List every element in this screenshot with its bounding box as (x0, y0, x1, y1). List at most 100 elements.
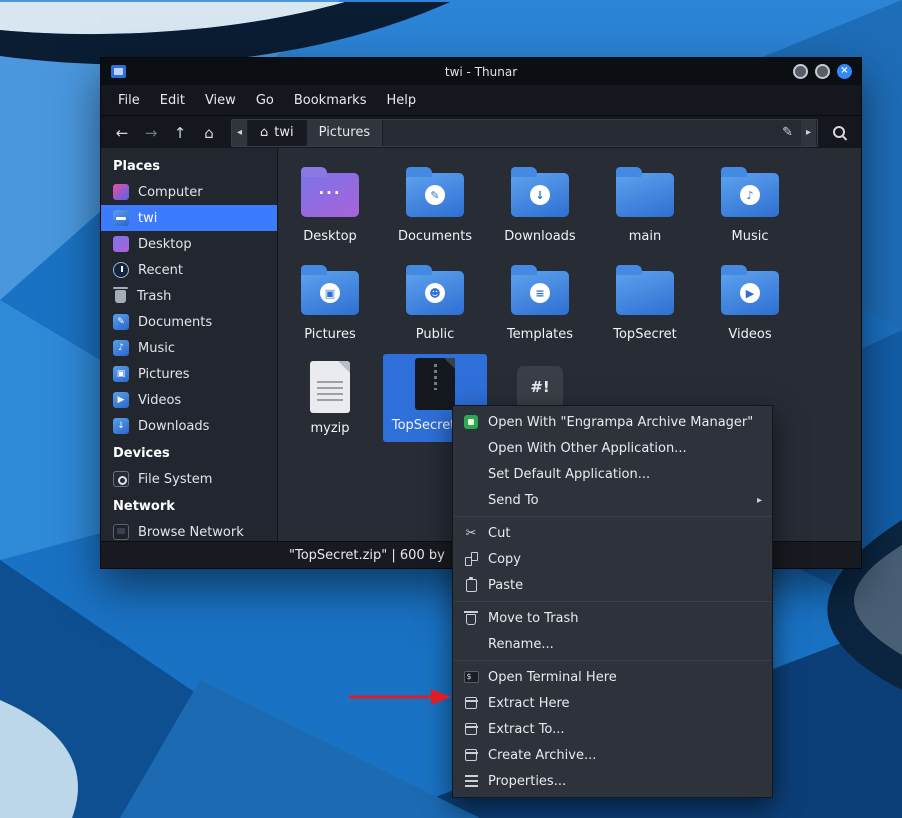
sidebar-item-music[interactable]: ♪ Music (101, 335, 277, 361)
menu-item-label: Extract To... (488, 722, 565, 737)
pictures-icon: ▣ (113, 366, 129, 382)
edit-path-icon[interactable]: ✎ (774, 120, 801, 146)
breadcrumb-twi[interactable]: ⌂ twi (248, 120, 307, 146)
menu-item-create-archive[interactable]: Create Archive... (453, 742, 772, 768)
clock-icon (113, 262, 129, 278)
forward-button[interactable]: → (138, 121, 164, 145)
file-label: Desktop (278, 229, 382, 244)
context-menu: Open With "Engrampa Archive Manager" Ope… (452, 405, 773, 798)
paperclip-icon: ✎ (425, 185, 445, 205)
menu-item-properties[interactable]: Properties... (453, 768, 772, 794)
chevron-right-icon[interactable]: ▸ (801, 120, 817, 146)
sidebar-item-documents[interactable]: ✎ Documents (101, 309, 277, 335)
folder-downloads[interactable]: ↓ Downloads (488, 165, 592, 244)
menu-item-send-to[interactable]: Send To ▸ (453, 487, 772, 513)
music-note-icon: ♪ (740, 185, 760, 205)
menu-item-label: Move to Trash (488, 611, 579, 626)
pictures-folder-icon: ▣ (278, 265, 382, 321)
music-icon: ♪ (113, 340, 129, 356)
folder-music[interactable]: ♪ Music (698, 165, 802, 244)
breadcrumb-label: twi (274, 125, 293, 140)
sidebar: Places Computer twi Desktop Recent Trash (101, 148, 278, 541)
menu-item-copy[interactable]: Copy (453, 546, 772, 572)
maximize-button[interactable] (815, 64, 830, 79)
search-button[interactable] (827, 121, 853, 145)
breadcrumb-pictures[interactable]: Pictures (307, 120, 383, 146)
icon-spacer (463, 636, 479, 652)
close-button[interactable]: × (837, 64, 852, 79)
folder-desktop[interactable]: ··· Desktop (278, 165, 382, 244)
sidebar-item-twi[interactable]: twi (101, 205, 277, 231)
menu-item-label: Create Archive... (488, 748, 596, 763)
sidebar-item-label: Computer (138, 185, 203, 200)
paste-icon (463, 577, 479, 593)
home-button[interactable]: ⌂ (196, 121, 222, 145)
down-arrow-icon: ↓ (530, 185, 550, 205)
titlebar[interactable]: twi - Thunar × (101, 58, 861, 85)
sidebar-item-pictures[interactable]: ▣ Pictures (101, 361, 277, 387)
icon-spacer (463, 440, 479, 456)
menu-item-label: Paste (488, 578, 523, 593)
menu-go[interactable]: Go (247, 88, 283, 113)
menu-item-extract-here[interactable]: Extract Here (453, 690, 772, 716)
sidebar-item-label: Trash (137, 289, 171, 304)
menu-edit[interactable]: Edit (151, 88, 194, 113)
folder-videos[interactable]: ▶ Videos (698, 263, 802, 342)
folder-templates[interactable]: ≡ Templates (488, 263, 592, 342)
submenu-arrow-icon: ▸ (757, 495, 762, 506)
sidebar-item-videos[interactable]: ▶ Videos (101, 387, 277, 413)
menu-item-cut[interactable]: ✂ Cut (453, 520, 772, 546)
chevron-left-icon[interactable]: ◂ (232, 120, 248, 146)
sidebar-item-desktop[interactable]: Desktop (101, 231, 277, 257)
menu-bookmarks[interactable]: Bookmarks (285, 88, 376, 113)
sidebar-item-label: Browse Network (138, 525, 244, 540)
sidebar-item-downloads[interactable]: ↓ Downloads (101, 413, 277, 439)
icon-spacer (463, 492, 479, 508)
up-button[interactable]: ↑ (167, 121, 193, 145)
sidebar-item-label: Documents (138, 315, 212, 330)
menu-item-rename[interactable]: Rename... (453, 631, 772, 657)
menu-item-open-with-engrampa[interactable]: Open With "Engrampa Archive Manager" (453, 409, 772, 435)
folder-main[interactable]: main (593, 165, 697, 244)
menu-help[interactable]: Help (377, 88, 425, 113)
folder-topsecret[interactable]: TopSecret (593, 263, 697, 342)
file-myzip[interactable]: myzip (278, 357, 382, 436)
archive-icon (463, 747, 479, 763)
menu-item-set-default-application[interactable]: Set Default Application... (453, 461, 772, 487)
path-input-area[interactable] (383, 120, 774, 146)
music-folder-icon: ♪ (698, 167, 802, 223)
sidebar-item-label: Videos (138, 393, 181, 408)
thunar-app-icon (111, 65, 126, 78)
path-bar: ◂ ⌂ twi Pictures ✎ ▸ (231, 119, 818, 147)
sidebar-item-file-system[interactable]: File System (101, 466, 277, 492)
sidebar-item-label: Downloads (138, 419, 209, 434)
trash-icon (115, 290, 126, 303)
file-label: Pictures (278, 327, 382, 342)
menu-item-label: Set Default Application... (488, 467, 650, 482)
menu-view[interactable]: View (196, 88, 245, 113)
status-text: "TopSecret.zip" | 600 by (289, 548, 445, 563)
menu-separator (454, 516, 771, 517)
sidebar-item-computer[interactable]: Computer (101, 179, 277, 205)
sidebar-item-recent[interactable]: Recent (101, 257, 277, 283)
menu-item-paste[interactable]: Paste (453, 572, 772, 598)
folder-documents[interactable]: ✎ Documents (383, 165, 487, 244)
minimize-button[interactable] (793, 64, 808, 79)
folder-public[interactable]: ☻ Public (383, 263, 487, 342)
window-title: twi - Thunar (101, 65, 861, 79)
sidebar-item-trash[interactable]: Trash (101, 283, 277, 309)
network-icon (113, 524, 129, 540)
menu-item-extract-to[interactable]: Extract To... (453, 716, 772, 742)
sidebar-header-devices: Devices (101, 439, 277, 466)
folder-pictures[interactable]: ▣ Pictures (278, 263, 382, 342)
menu-item-move-to-trash[interactable]: Move to Trash (453, 605, 772, 631)
file-label: main (593, 229, 697, 244)
sidebar-item-label: Pictures (138, 367, 189, 382)
menu-item-label: Open With "Engrampa Archive Manager" (488, 415, 753, 430)
window-controls: × (793, 64, 852, 79)
file-label: Downloads (488, 229, 592, 244)
menu-item-open-terminal-here[interactable]: $ Open Terminal Here (453, 664, 772, 690)
menu-file[interactable]: File (109, 88, 149, 113)
back-button[interactable]: ← (109, 121, 135, 145)
menu-item-open-with-other[interactable]: Open With Other Application... (453, 435, 772, 461)
